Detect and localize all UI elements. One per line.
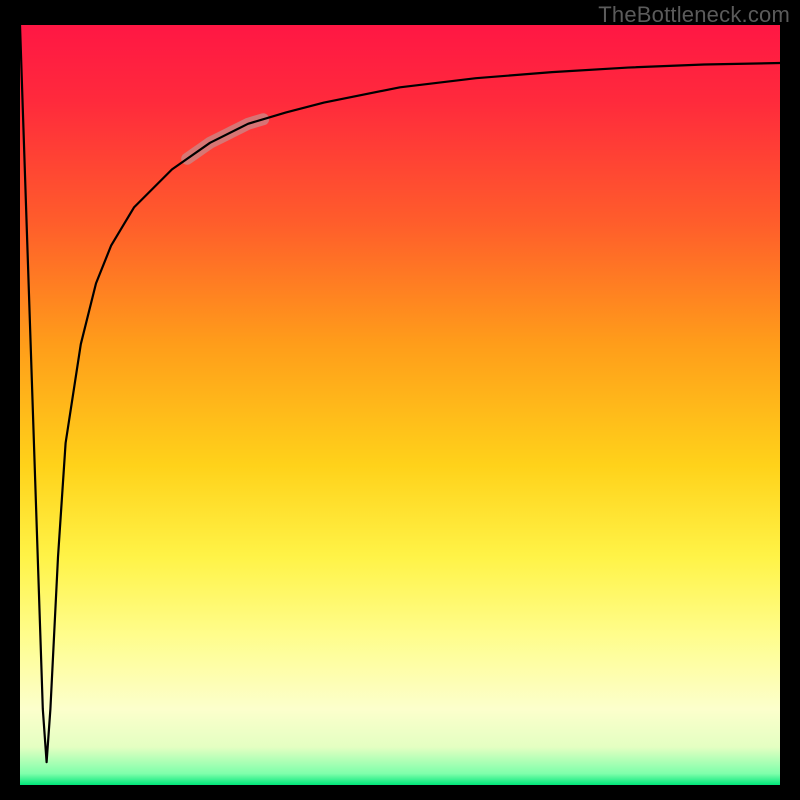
plot-area [20, 25, 780, 785]
curve-svg [20, 25, 780, 785]
bottleneck-curve [20, 25, 780, 762]
chart-frame: TheBottleneck.com [0, 0, 800, 800]
highlight-segment [187, 119, 263, 159]
